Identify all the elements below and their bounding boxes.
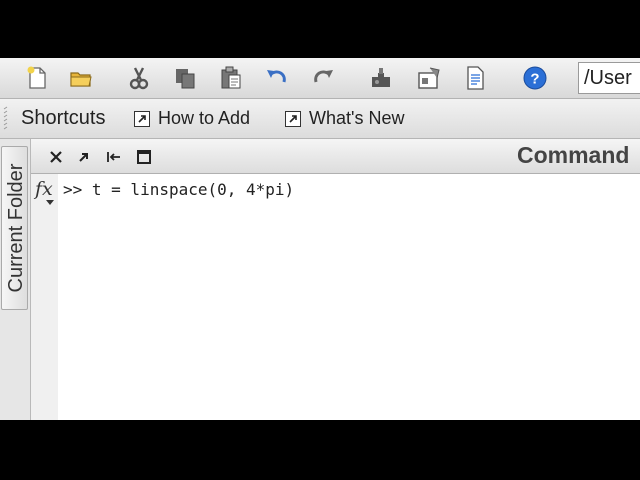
svg-text:?: ? [530, 71, 539, 88]
copy-icon[interactable] [170, 63, 200, 93]
command-window[interactable]: Command fx >> t = linspace(0, 4*pi) [31, 139, 640, 420]
command-window-header: Command [31, 139, 640, 174]
simulink-icon[interactable] [366, 63, 396, 93]
cut-icon[interactable] [124, 63, 154, 93]
shortcut-label: How to Add [158, 108, 251, 128]
shortcut-how-to-add[interactable]: How to Add [134, 108, 250, 129]
redo-icon[interactable] [308, 63, 338, 93]
new-file-icon[interactable] [22, 63, 52, 93]
main-toolbar: ? /User [0, 58, 640, 99]
matlab-window: ? /User Shortcuts How to Add What's New … [0, 58, 640, 420]
shortcut-arrow-icon [285, 110, 301, 127]
shortcut-whats-new[interactable]: What's New [285, 108, 404, 129]
guide-icon[interactable] [414, 63, 444, 93]
help-icon[interactable]: ? [520, 63, 550, 93]
command-window-title: Command [517, 142, 630, 168]
toolbar-grip-icon [3, 106, 8, 130]
open-folder-icon[interactable] [66, 63, 96, 93]
chevron-down-icon[interactable] [46, 200, 54, 205]
close-icon[interactable] [47, 148, 65, 166]
shortcuts-toolbar: Shortcuts How to Add What's New [0, 99, 640, 139]
command-input-line[interactable]: >> t = linspace(0, 4*pi) [63, 180, 294, 199]
shortcut-label: What's New [309, 108, 405, 128]
shortcuts-label[interactable]: Shortcuts [21, 107, 105, 130]
minimize-icon[interactable] [105, 148, 123, 166]
tab-current-folder[interactable]: Current Folder [1, 146, 28, 310]
undo-icon[interactable] [262, 63, 292, 93]
paste-icon[interactable] [216, 63, 246, 93]
shortcut-arrow-icon [134, 110, 150, 127]
undock-icon[interactable] [75, 148, 93, 166]
left-dock-strip: Current Folder [0, 139, 31, 420]
current-folder-path-input[interactable]: /User [578, 62, 640, 94]
tab-current-folder-label: Current Folder [5, 163, 27, 293]
maximize-icon[interactable] [135, 148, 153, 166]
profiler-icon[interactable] [460, 63, 490, 93]
command-gutter: fx [31, 174, 58, 420]
function-browser-icon[interactable]: fx [35, 178, 53, 200]
